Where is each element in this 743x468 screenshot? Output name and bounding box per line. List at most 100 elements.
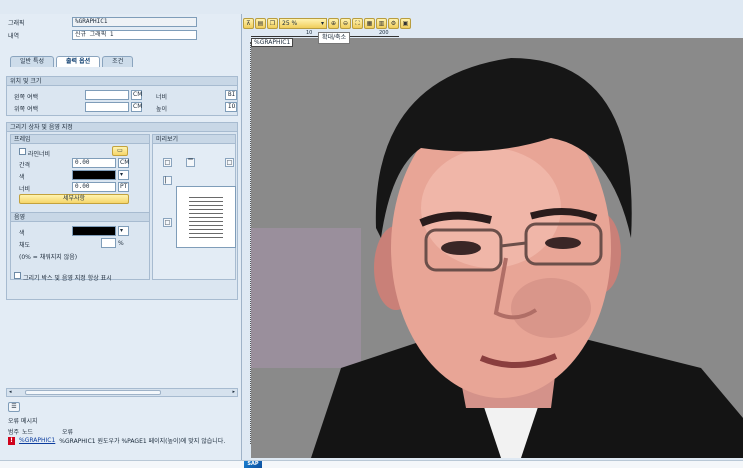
frame-all-button[interactable]: ▭ (112, 146, 128, 156)
settings-button[interactable]: ⚙ (388, 18, 399, 29)
shading-subgroup: 음영 (10, 212, 150, 280)
spacing-unit[interactable]: CM (118, 158, 129, 168)
frame-top-right-button[interactable]: □ (225, 158, 234, 167)
zoom-select[interactable]: 25 % ▾ (279, 18, 327, 29)
sap-logo: SAP (244, 461, 262, 468)
frame-width-unit[interactable]: PT (118, 182, 129, 192)
portrait-image[interactable] (251, 38, 743, 458)
preview-line (189, 233, 223, 234)
preview-line (189, 237, 223, 238)
fit-icon: ⛶ (355, 20, 360, 27)
message-row[interactable]: ! %GRAPHIC1 %GRAPHIC1 원도우가 %PAGE1 페이지(높이… (8, 436, 225, 445)
preview-line (189, 201, 223, 202)
grid-button[interactable]: ▦ (364, 18, 375, 29)
messages-title: 오류 메시지 (8, 418, 38, 425)
spacing-input[interactable]: 0.00 (72, 158, 116, 168)
corner-icon: □ (226, 159, 233, 166)
tab-strip: 일반 특성 출력 옵션 조건 (10, 56, 134, 67)
settings-icon: ⚙ (390, 20, 397, 27)
col-error-header: 오류 (62, 429, 74, 436)
tab-general[interactable]: 일반 특성 (10, 56, 54, 67)
frame-top-button[interactable]: ▔ (186, 158, 195, 167)
frame-bottom-left-button[interactable]: □ (163, 218, 172, 227)
box-group-title: 그리기 상자 및 음영 지정 (7, 123, 237, 132)
ruler-mark: 10 (306, 30, 313, 36)
preview-line (189, 209, 223, 210)
height-label: 높이 (156, 106, 168, 113)
scroll-right-icon[interactable]: ▸ (232, 389, 235, 395)
shading-percent-input[interactable] (101, 238, 116, 248)
preview-line (189, 225, 223, 226)
image-button[interactable]: ▣ (400, 18, 411, 29)
messages-toggle-button[interactable]: ☰ (8, 402, 20, 412)
left-margin-input[interactable] (85, 90, 129, 100)
desc-row: 내역 (8, 31, 19, 40)
scroll-thumb[interactable] (25, 390, 161, 395)
frame-top-left-button[interactable]: □ (163, 158, 172, 167)
tab-conditions[interactable]: 조건 (102, 56, 134, 67)
shading-color-picker[interactable] (72, 226, 116, 236)
graphic-description-field[interactable]: 신규 그래픽 1 (72, 30, 197, 40)
grid-icon: ▦ (366, 20, 373, 27)
toolbar: ⊼ ▤ ❐ 25 % ▾ ⊕ ⊖ ⛶ ▦ ▥ ⚙ ▣ (243, 18, 411, 30)
message-text: %GRAPHIC1 원도우가 %PAGE1 페이지(높이)에 맞지 않습니다. (59, 438, 226, 445)
left-margin-unit[interactable]: CM (131, 90, 142, 100)
preview-line (189, 205, 223, 206)
dropdown-icon: ▾ (120, 227, 124, 234)
corner-icon: □ (164, 159, 171, 166)
frame-line-label: 라인너비 (28, 151, 51, 158)
layout-button[interactable]: ▤ (255, 18, 266, 29)
frame-color-picker[interactable] (72, 170, 116, 180)
zoom-value: 25 % (282, 20, 298, 27)
scroll-left-icon[interactable]: ◂ (9, 389, 12, 395)
shading-percent-unit: % (118, 240, 124, 247)
shading-color-dropdown[interactable]: ▾ (118, 226, 129, 236)
desc-label: 내역 (8, 33, 20, 40)
frame-width-input[interactable]: 0.00 (72, 182, 116, 192)
layout-canvas[interactable]: %GRAPHIC1 (251, 38, 743, 458)
tab-output-options[interactable]: 출력 옵션 (56, 56, 101, 67)
width-input[interactable]: BI (225, 90, 237, 100)
shading-note: (0% = 채워지지 않음) (19, 254, 78, 261)
error-icon: ! (8, 436, 15, 445)
pin-icon: ⊼ (246, 20, 251, 27)
zoom-out-button[interactable]: ⊖ (340, 18, 351, 29)
frame-icon: ▭ (117, 147, 123, 154)
corner-icon: □ (164, 219, 171, 226)
top-margin-input[interactable] (85, 102, 129, 112)
graphic-name-field[interactable]: %GRAPHIC1 (72, 17, 197, 27)
zoom-in-button[interactable]: ⊕ (328, 18, 339, 29)
copy-button[interactable]: ❐ (267, 18, 278, 29)
spacing-label: 간격 (19, 162, 31, 169)
left-panel: 그래픽 %GRAPHIC1 내역 신규 그래픽 1 일반 특성 출력 옵션 조건… (0, 14, 242, 460)
col-type-header: 범주 (8, 429, 20, 436)
graphic-element-tag[interactable]: %GRAPHIC1 (251, 38, 294, 47)
table-button[interactable]: ▥ (376, 18, 387, 29)
top-margin-label: 위쪽 여백 (14, 106, 38, 113)
shading-color-label: 색 (19, 230, 25, 237)
shading-percent-label: 채도 (19, 242, 31, 249)
list-icon: ☰ (11, 403, 17, 410)
fit-button[interactable]: ⛶ (352, 18, 363, 29)
top-margin-unit[interactable]: CM (131, 102, 142, 112)
height-input[interactable]: IOI (225, 102, 237, 112)
horizontal-scrollbar[interactable]: ◂ ▸ (6, 388, 238, 397)
details-button[interactable]: 세부사항 (19, 194, 129, 204)
frame-left-button[interactable]: ▏ (163, 176, 172, 185)
status-bar: SAP (0, 460, 743, 468)
shading-title: 음영 (11, 213, 149, 222)
frame-color-dropdown[interactable]: ▾ (118, 170, 129, 180)
preview-line (189, 229, 223, 230)
col-node-header: 노드 (22, 429, 34, 436)
frame-title: 프레임 (11, 135, 149, 144)
pin-button[interactable]: ⊼ (243, 18, 254, 29)
always-show-checkbox[interactable] (14, 272, 21, 279)
message-node-link[interactable]: %GRAPHIC1 (19, 437, 55, 444)
chevron-down-icon: ▾ (320, 20, 324, 27)
preview-line (189, 197, 223, 198)
frame-preview (176, 186, 236, 248)
preview-line (189, 213, 223, 214)
frame-line-checkbox[interactable] (19, 148, 26, 155)
left-margin-label: 왼쪽 여백 (14, 94, 38, 101)
always-show-label: 그리기 박스 및 음영 지정 항상 표시 (23, 275, 112, 282)
